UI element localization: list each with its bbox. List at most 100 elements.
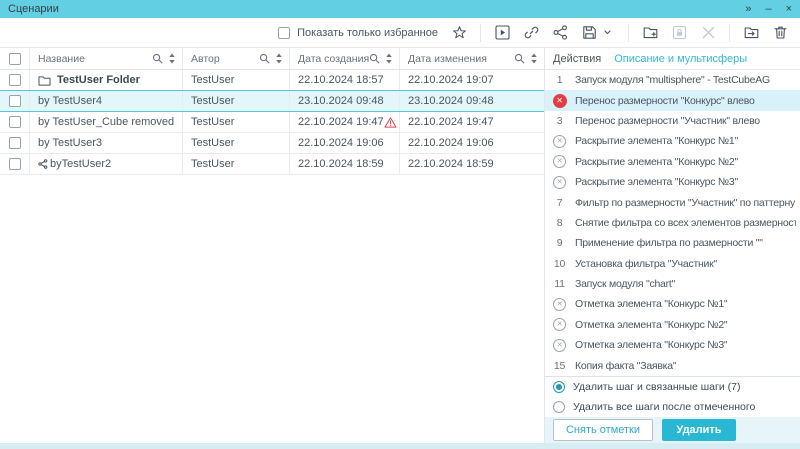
search-icon[interactable] bbox=[152, 53, 163, 64]
collapse-icon[interactable]: » bbox=[745, 4, 751, 15]
save-group[interactable] bbox=[581, 25, 615, 41]
create-folder-icon[interactable] bbox=[642, 25, 658, 41]
row-checkbox[interactable] bbox=[9, 137, 21, 149]
toolbar-divider bbox=[729, 24, 730, 42]
delete-option-linked[interactable]: Удалить шаг и связанные шаги (7) bbox=[545, 377, 800, 397]
move-to-folder-icon[interactable] bbox=[743, 25, 759, 41]
folder-icon bbox=[38, 75, 51, 86]
action-step[interactable]: 10 Установка фильтра "Участник" bbox=[545, 254, 800, 274]
favorites-checkbox[interactable] bbox=[278, 27, 290, 39]
step-number: 3 bbox=[557, 115, 563, 127]
step-text: Раскрытие элемента "Конкурс №1" bbox=[575, 135, 738, 147]
action-step[interactable]: ✕ Отметка элемента "Конкурс №1" bbox=[545, 294, 800, 314]
row-checkbox[interactable] bbox=[9, 158, 21, 170]
action-step[interactable]: ✕ Раскрытие элемента "Конкурс №1" bbox=[545, 131, 800, 151]
tab-description-multispheres[interactable]: Описание и мультисферы bbox=[614, 53, 747, 65]
column-header-name[interactable]: Название bbox=[30, 48, 183, 69]
minimize-icon[interactable]: – bbox=[765, 4, 771, 15]
main-area: Название Автор Дата создания bbox=[0, 48, 800, 443]
action-step[interactable]: ✕ Раскрытие элемента "Конкурс №2" bbox=[545, 152, 800, 172]
radio-unchecked-icon[interactable] bbox=[553, 401, 565, 413]
action-step[interactable]: 15 Копия факта "Заявка" bbox=[545, 355, 800, 375]
step-related-icon[interactable]: ✕ bbox=[553, 339, 566, 352]
radio-checked-icon[interactable] bbox=[553, 381, 565, 393]
scenario-author: TestUser bbox=[183, 112, 290, 132]
clear-marks-button[interactable]: Снять отметки bbox=[553, 419, 653, 441]
select-all-checkbox[interactable] bbox=[9, 53, 21, 65]
action-step[interactable]: 1 Запуск модуля "multisphere" - TestCube… bbox=[545, 70, 800, 90]
scenario-author: TestUser bbox=[183, 70, 290, 90]
delete-options-section: Удалить шаг и связанные шаги (7) Удалить… bbox=[545, 376, 800, 445]
column-header-created[interactable]: Дата создания bbox=[290, 48, 400, 69]
window-title: Сценарии bbox=[8, 3, 59, 15]
close-icon[interactable]: × bbox=[786, 4, 792, 15]
table-body: TestUser Folder TestUser 22.10.2024 18:5… bbox=[0, 70, 544, 175]
scenario-name: byTestUser2 bbox=[50, 158, 111, 170]
panel-buttons: Снять отметки Удалить bbox=[545, 417, 800, 445]
step-text: Снятие фильтра со всех элементов размерн… bbox=[575, 217, 796, 229]
step-related-icon[interactable]: ✕ bbox=[553, 155, 566, 168]
delete-option-after[interactable]: Удалить все шаги после отмеченного bbox=[545, 397, 800, 417]
run-scenario-icon[interactable] bbox=[494, 25, 510, 41]
sort-icon[interactable] bbox=[275, 53, 283, 64]
trash-icon[interactable] bbox=[772, 25, 788, 41]
step-text: Установка фильтра "Участник" bbox=[575, 258, 717, 270]
modified-date: 22.10.2024 19:06 bbox=[400, 133, 544, 153]
save-dropdown-icon[interactable] bbox=[599, 25, 615, 41]
link-icon[interactable] bbox=[523, 25, 539, 41]
row-checkbox[interactable] bbox=[9, 95, 21, 107]
step-text: Запуск модуля "chart" bbox=[575, 278, 675, 290]
row-checkbox[interactable] bbox=[9, 74, 21, 86]
search-icon[interactable] bbox=[514, 53, 525, 64]
scenarios-table: Название Автор Дата создания bbox=[0, 48, 544, 443]
step-marked-icon[interactable]: ✕ bbox=[553, 94, 567, 108]
action-step[interactable]: ✕ Перенос размерности "Конкурс" влево bbox=[545, 90, 800, 110]
action-step[interactable]: 11 Запуск модуля "chart" bbox=[545, 274, 800, 294]
step-related-icon[interactable]: ✕ bbox=[553, 176, 566, 189]
search-icon[interactable] bbox=[369, 53, 380, 64]
step-text: Копия факта "Заявка" bbox=[575, 360, 676, 372]
sort-icon[interactable] bbox=[385, 53, 393, 64]
tab-actions[interactable]: Действия bbox=[553, 53, 601, 65]
created-date: 22.10.2024 19:06 bbox=[298, 137, 384, 149]
scenario-name: TestUser Folder bbox=[57, 74, 140, 86]
favorites-filter[interactable]: Показать только избранное bbox=[278, 27, 438, 39]
modified-date: 22.10.2024 19:07 bbox=[400, 70, 544, 90]
column-header-modified[interactable]: Дата изменения bbox=[400, 48, 544, 69]
actions-panel: Действия Описание и мультисферы 1 Запуск… bbox=[544, 48, 800, 443]
action-step[interactable]: 7 Фильтр по размерности "Участник" по па… bbox=[545, 192, 800, 212]
action-step[interactable]: ✕ Отметка элемента "Конкурс №2" bbox=[545, 315, 800, 335]
star-icon[interactable] bbox=[451, 25, 467, 41]
step-text: Применение фильтра по размерности "" bbox=[575, 237, 763, 249]
row-checkbox[interactable] bbox=[9, 116, 21, 128]
search-icon[interactable] bbox=[259, 53, 270, 64]
table-row[interactable]: by TestUser_Cube removed TestUser 22.10.… bbox=[0, 112, 544, 133]
step-text: Отметка элемента "Конкурс №3" bbox=[575, 339, 727, 351]
toolbar: Показать только избранное bbox=[0, 18, 800, 48]
action-step[interactable]: ✕ Отметка элемента "Конкурс №3" bbox=[545, 335, 800, 355]
step-number: 9 bbox=[557, 237, 563, 249]
steps-list: 1 Запуск модуля "multisphere" - TestCube… bbox=[545, 70, 800, 376]
column-header-author[interactable]: Автор bbox=[183, 48, 290, 69]
scenario-name: by TestUser_Cube removed bbox=[38, 116, 174, 128]
table-row[interactable]: TestUser Folder TestUser 22.10.2024 18:5… bbox=[0, 70, 544, 91]
step-related-icon[interactable]: ✕ bbox=[553, 135, 566, 148]
action-step[interactable]: ✕ Раскрытие элемента "Конкурс №3" bbox=[545, 172, 800, 192]
save-icon[interactable] bbox=[581, 25, 597, 41]
delete-cross-icon bbox=[700, 25, 716, 41]
share-icon[interactable] bbox=[552, 25, 568, 41]
table-row[interactable]: by TestUser4 TestUser 23.10.2024 09:48 2… bbox=[0, 90, 544, 112]
action-step[interactable]: 8 Снятие фильтра со всех элементов разме… bbox=[545, 213, 800, 233]
favorites-label: Показать только избранное bbox=[297, 27, 438, 39]
table-row[interactable]: by TestUser3 TestUser 22.10.2024 19:06 2… bbox=[0, 133, 544, 154]
created-date: 22.10.2024 19:47 bbox=[298, 116, 384, 128]
delete-button[interactable]: Удалить bbox=[662, 419, 736, 441]
sort-icon[interactable] bbox=[168, 53, 176, 64]
action-step[interactable]: 3 Перенос размерности "Участник" влево bbox=[545, 111, 800, 131]
step-related-icon[interactable]: ✕ bbox=[553, 298, 566, 311]
sort-icon[interactable] bbox=[530, 53, 538, 64]
table-row[interactable]: byTestUser2 TestUser 22.10.2024 18:59 22… bbox=[0, 154, 544, 175]
action-step[interactable]: 9 Применение фильтра по размерности "" bbox=[545, 233, 800, 253]
warning-icon bbox=[384, 117, 397, 128]
step-related-icon[interactable]: ✕ bbox=[553, 318, 566, 331]
